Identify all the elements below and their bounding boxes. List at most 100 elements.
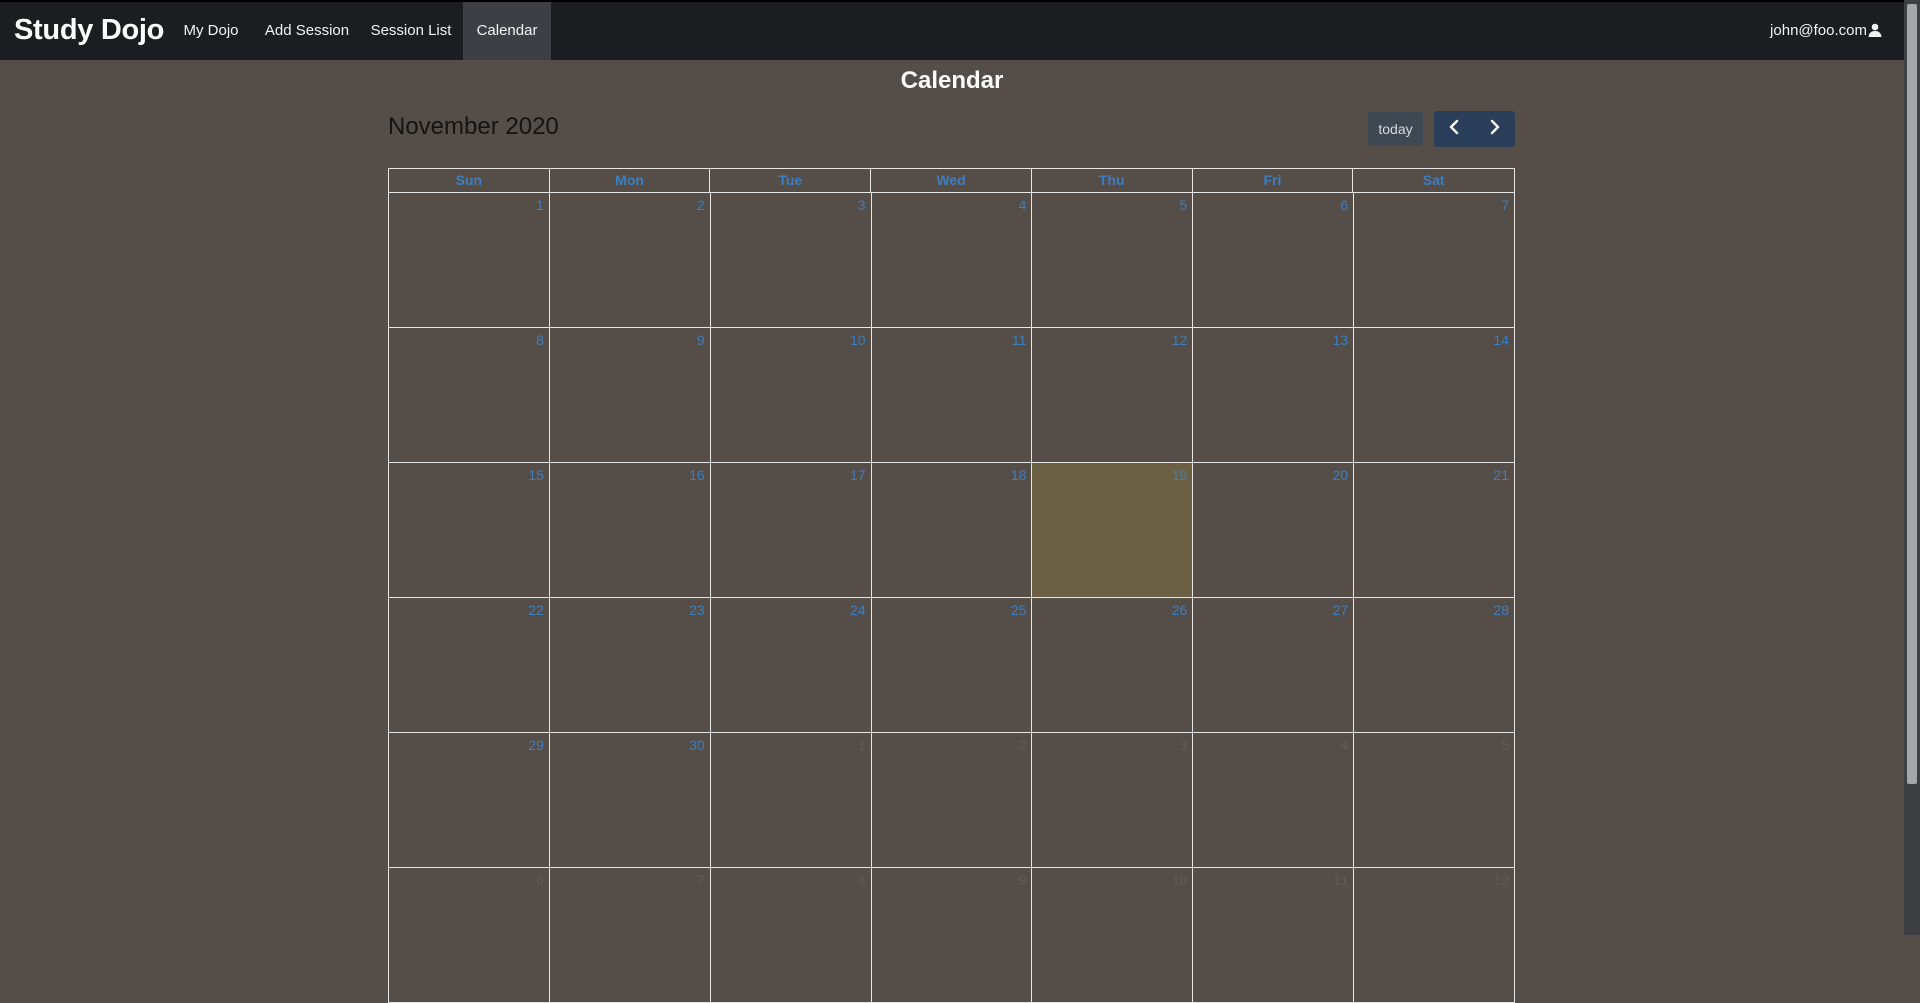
calendar-day[interactable]: 9 [871,868,1033,1003]
day-number[interactable]: 25 [1011,602,1027,618]
today-button[interactable]: today [1368,112,1423,146]
day-number[interactable]: 5 [1179,197,1187,213]
calendar-day[interactable]: 28 [1354,598,1515,733]
nav-add-session[interactable]: Add Session [259,2,355,60]
calendar-day[interactable]: 4 [1193,733,1355,868]
calendar-day[interactable]: 20 [1193,463,1355,598]
day-number[interactable]: 20 [1333,467,1349,483]
day-number[interactable]: 8 [536,332,544,348]
calendar-day[interactable]: 12 [1354,868,1515,1003]
day-number[interactable]: 11 [1334,872,1349,888]
calendar-day[interactable]: 21 [1354,463,1515,598]
calendar-day[interactable]: 26 [1032,598,1194,733]
weekday-tue: Tue [710,169,872,192]
day-number[interactable]: 26 [1172,602,1188,618]
calendar-day[interactable]: 9 [549,328,711,463]
day-number[interactable]: 12 [1493,872,1509,888]
day-number[interactable]: 22 [528,602,544,618]
day-number[interactable]: 11 [1012,332,1027,348]
brand-logo[interactable]: Study Dojo [14,14,164,47]
calendar-day[interactable]: 10 [1032,868,1194,1003]
calendar-day[interactable]: 2 [549,193,711,328]
calendar-day[interactable]: 30 [549,733,711,868]
month-calendar: Sun Mon Tue Wed Thu Fri Sat 1 2 3 4 5 6 7 8 9 10 1… [388,168,1515,1003]
day-number[interactable]: 23 [689,602,705,618]
day-number[interactable]: 29 [528,737,544,753]
calendar-day[interactable]: 8 [389,328,550,463]
day-number[interactable]: 8 [858,872,866,888]
calendar-day[interactable]: 7 [549,868,711,1003]
day-number[interactable]: 1 [536,197,544,213]
chevron-right-icon [1489,119,1501,140]
calendar-day[interactable]: 17 [710,463,872,598]
day-number[interactable]: 3 [1179,737,1187,753]
calendar-day[interactable]: 5 [1354,733,1515,868]
day-number[interactable]: 17 [850,467,866,483]
day-number[interactable]: 10 [1172,872,1188,888]
day-number[interactable]: 30 [689,737,705,753]
day-number[interactable]: 12 [1172,332,1188,348]
calendar-day[interactable]: 15 [389,463,550,598]
calendar-day[interactable]: 18 [871,463,1033,598]
nav-session-list[interactable]: Session List [367,2,455,60]
day-number[interactable]: 16 [689,467,705,483]
calendar-day[interactable]: 1 [710,733,872,868]
calendar-day[interactable]: 24 [710,598,872,733]
user-menu[interactable]: john@foo.com [1770,2,1882,60]
day-number[interactable]: 4 [1019,197,1027,213]
day-number[interactable]: 21 [1493,467,1509,483]
user-icon [1867,22,1882,39]
calendar-day[interactable]: 8 [710,868,872,1003]
day-number[interactable]: 6 [536,872,544,888]
calendar-day[interactable]: 2 [871,733,1033,868]
day-number[interactable]: 3 [858,197,866,213]
day-number[interactable]: 19 [1172,467,1188,483]
calendar-day[interactable]: 6 [389,868,550,1003]
day-number[interactable]: 18 [1011,467,1027,483]
day-number[interactable]: 15 [528,467,544,483]
day-number[interactable]: 2 [1019,737,1027,753]
day-number[interactable]: 13 [1333,332,1349,348]
day-number[interactable]: 24 [850,602,866,618]
day-number[interactable]: 4 [1340,737,1348,753]
calendar-day[interactable]: 27 [1193,598,1355,733]
calendar-day[interactable]: 5 [1032,193,1194,328]
page-scrollbar[interactable] [1904,0,1920,935]
scrollbar-thumb[interactable] [1907,4,1917,784]
calendar-day[interactable]: 6 [1193,193,1355,328]
day-number[interactable]: 10 [850,332,866,348]
calendar-day[interactable]: 11 [871,328,1033,463]
day-number[interactable]: 27 [1333,602,1349,618]
day-number[interactable]: 7 [1501,197,1509,213]
day-number[interactable]: 9 [1019,872,1027,888]
calendar-day[interactable]: 22 [389,598,550,733]
calendar-day[interactable]: 12 [1032,328,1194,463]
calendar-day[interactable]: 16 [549,463,711,598]
prev-month-button[interactable] [1434,111,1475,147]
calendar-day[interactable]: 1 [389,193,550,328]
calendar-day[interactable]: 3 [1032,733,1194,868]
day-number[interactable]: 2 [697,197,705,213]
calendar-day[interactable]: 25 [871,598,1033,733]
day-number[interactable]: 6 [1340,197,1348,213]
day-number[interactable]: 14 [1493,332,1509,348]
day-number[interactable]: 5 [1501,737,1509,753]
calendar-day-today[interactable]: 19 [1032,463,1194,598]
calendar-day[interactable]: 29 [389,733,550,868]
day-number[interactable]: 28 [1493,602,1509,618]
calendar-day[interactable]: 3 [710,193,872,328]
calendar-day[interactable]: 14 [1354,328,1515,463]
calendar-day[interactable]: 4 [871,193,1033,328]
day-number[interactable]: 9 [697,332,705,348]
day-number[interactable]: 7 [697,872,705,888]
calendar-day[interactable]: 13 [1193,328,1355,463]
calendar-day[interactable]: 23 [549,598,711,733]
calendar-day[interactable]: 7 [1354,193,1515,328]
nav-my-dojo[interactable]: My Dojo [176,2,246,60]
calendar-day[interactable]: 11 [1193,868,1355,1003]
nav-calendar[interactable]: Calendar [463,2,551,60]
next-month-button[interactable] [1475,111,1516,147]
day-number[interactable]: 1 [858,737,866,753]
month-title: November 2020 [388,113,559,140]
calendar-day[interactable]: 10 [710,328,872,463]
